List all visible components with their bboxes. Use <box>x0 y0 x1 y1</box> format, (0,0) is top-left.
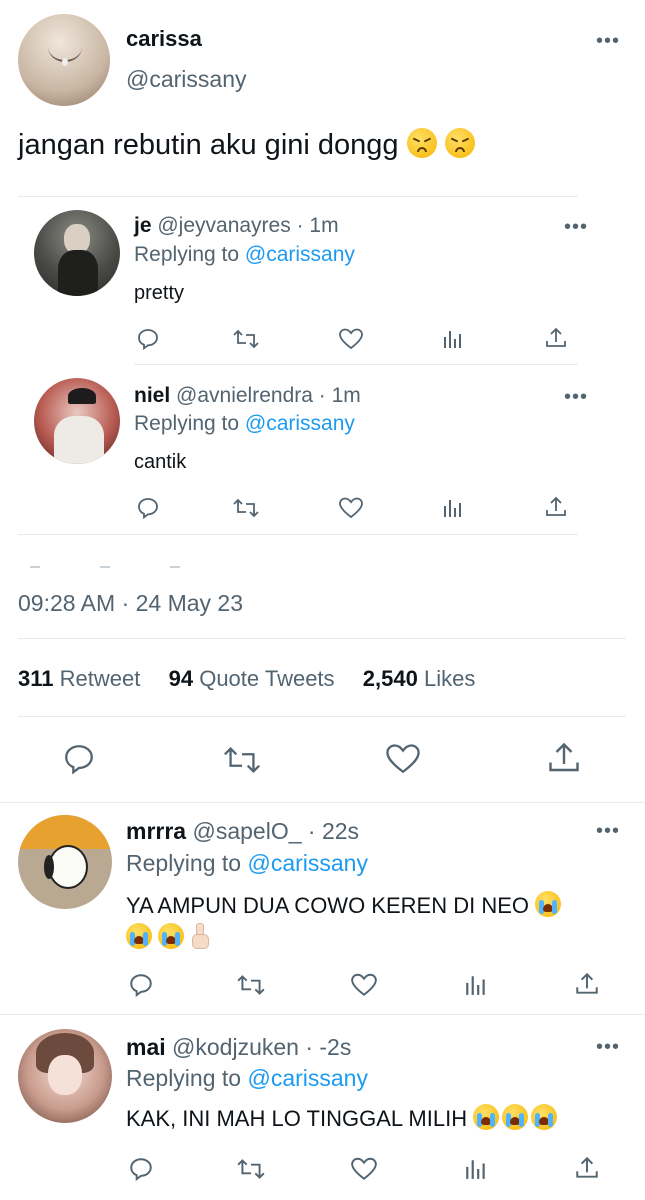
author-handle[interactable]: @carissany <box>126 66 247 93</box>
reply-text: cantik <box>134 451 187 473</box>
crying-face-emoji <box>126 923 152 949</box>
retweets-stat[interactable]: 311 Retweet <box>18 666 140 691</box>
share-icon[interactable] <box>544 495 568 519</box>
reply-header-mrrra: mrrra @sapelO_ · 22s <box>126 818 359 845</box>
divider <box>134 364 578 365</box>
reply-header-je: je @jeyvanayres · 1m <box>134 214 339 238</box>
reply-icon[interactable] <box>62 742 96 776</box>
crying-face-emoji <box>535 891 562 917</box>
crying-face-emoji <box>531 1104 558 1130</box>
replying-to-link[interactable]: @carissany <box>245 412 355 435</box>
quotes-stat[interactable]: 94 Quote Tweets <box>169 666 335 691</box>
like-icon[interactable] <box>350 972 378 998</box>
share-icon[interactable] <box>546 740 582 776</box>
retweet-icon[interactable] <box>236 1157 266 1181</box>
like-icon[interactable] <box>350 1156 378 1182</box>
reply-icon[interactable] <box>128 972 154 998</box>
reply-handle[interactable]: @jeyvanayres <box>157 214 290 237</box>
crying-face-emoji <box>502 1104 529 1130</box>
reply-icon[interactable] <box>128 1156 154 1182</box>
reply-text: YA AMPUN DUA COWO KEREN DI NEO <box>126 893 529 918</box>
reply-name[interactable]: mrrra <box>126 818 186 844</box>
views-icon[interactable] <box>464 973 488 997</box>
divider <box>0 1014 645 1015</box>
tired-face-emoji <box>444 128 475 158</box>
views-icon[interactable] <box>442 328 464 350</box>
tweet-timestamp[interactable]: 09:28 AM · 24 May 23 <box>18 590 243 617</box>
divider <box>18 534 578 535</box>
more-icon[interactable]: ••• <box>596 31 620 51</box>
crying-face-emoji <box>158 923 185 949</box>
like-icon[interactable] <box>338 327 364 351</box>
more-icon[interactable]: ••• <box>596 821 620 841</box>
like-icon[interactable] <box>384 742 422 776</box>
reply-avatar-mrrra[interactable] <box>18 815 112 909</box>
replying-to-link[interactable]: @carissany <box>247 1065 368 1091</box>
reply-avatar-niel[interactable] <box>34 378 120 464</box>
retweet-icon[interactable] <box>236 973 266 997</box>
share-icon[interactable] <box>574 1155 600 1181</box>
divider <box>0 802 645 803</box>
tweet-stats: 311 Retweet 94 Quote Tweets 2,540 Likes <box>18 666 475 692</box>
reply-time: · 22s <box>307 818 360 844</box>
reply-text: KAK, INI MAH LO TINGGAL MILIH <box>126 1106 468 1131</box>
like-icon[interactable] <box>338 496 364 520</box>
reply-name[interactable]: je <box>134 214 152 237</box>
reply-handle[interactable]: @kodjzuken <box>172 1034 299 1060</box>
pointing-up-emoji <box>190 923 210 949</box>
share-icon[interactable] <box>574 971 600 997</box>
divider <box>18 638 626 639</box>
reply-name[interactable]: mai <box>126 1034 166 1060</box>
replying-to-line: Replying to @carissany <box>134 412 355 435</box>
replying-to-link[interactable]: @carissany <box>247 850 368 876</box>
reply-name[interactable]: niel <box>134 384 170 407</box>
reply-text-block: YA AMPUN DUA COWO KEREN DI NEO <box>126 890 626 954</box>
retweet-icon[interactable] <box>232 328 260 350</box>
replying-to-line: Replying to @carissany <box>126 850 368 876</box>
reply-time: · -2s <box>305 1034 352 1060</box>
reply-text-block: KAK, INI MAH LO TINGGAL MILIH <box>126 1104 558 1132</box>
replying-to-link[interactable]: @carissany <box>245 243 355 266</box>
reply-time: · 1m <box>296 214 339 237</box>
truncated-card-edge <box>30 566 210 568</box>
reply-time: · 1m <box>318 384 361 407</box>
tweet-text: jangan rebutin aku gini dongg <box>18 129 399 161</box>
more-icon[interactable]: ••• <box>564 387 588 407</box>
replying-to-line: Replying to @carissany <box>126 1065 368 1091</box>
author-avatar[interactable] <box>18 14 110 106</box>
reply-icon[interactable] <box>136 496 160 520</box>
reply-header-niel: niel @avnielrendra · 1m <box>134 384 361 408</box>
tweet-text-block: jangan rebutin aku gini dongg <box>18 128 475 162</box>
retweet-icon[interactable] <box>222 744 262 776</box>
divider <box>18 196 578 197</box>
divider <box>18 716 626 717</box>
crying-face-emoji <box>473 1104 500 1130</box>
reply-header-mai: mai @kodjzuken · -2s <box>126 1034 351 1061</box>
replying-to-line: Replying to @carissany <box>134 243 355 266</box>
tired-face-emoji <box>406 128 437 158</box>
author-name[interactable]: carissa <box>126 26 202 52</box>
retweet-icon[interactable] <box>232 497 260 519</box>
more-icon[interactable]: ••• <box>596 1037 620 1057</box>
reply-avatar-je[interactable] <box>34 210 120 296</box>
views-icon[interactable] <box>442 497 464 519</box>
likes-stat[interactable]: 2,540 Likes <box>363 666 476 691</box>
reply-avatar-mai[interactable] <box>18 1029 112 1123</box>
reply-icon[interactable] <box>136 327 160 351</box>
reply-handle[interactable]: @avnielrendra <box>176 384 313 407</box>
reply-handle[interactable]: @sapelO_ <box>193 818 302 844</box>
more-icon[interactable]: ••• <box>564 217 588 237</box>
views-icon[interactable] <box>464 1157 488 1181</box>
share-icon[interactable] <box>544 326 568 350</box>
reply-text: pretty <box>134 282 185 304</box>
